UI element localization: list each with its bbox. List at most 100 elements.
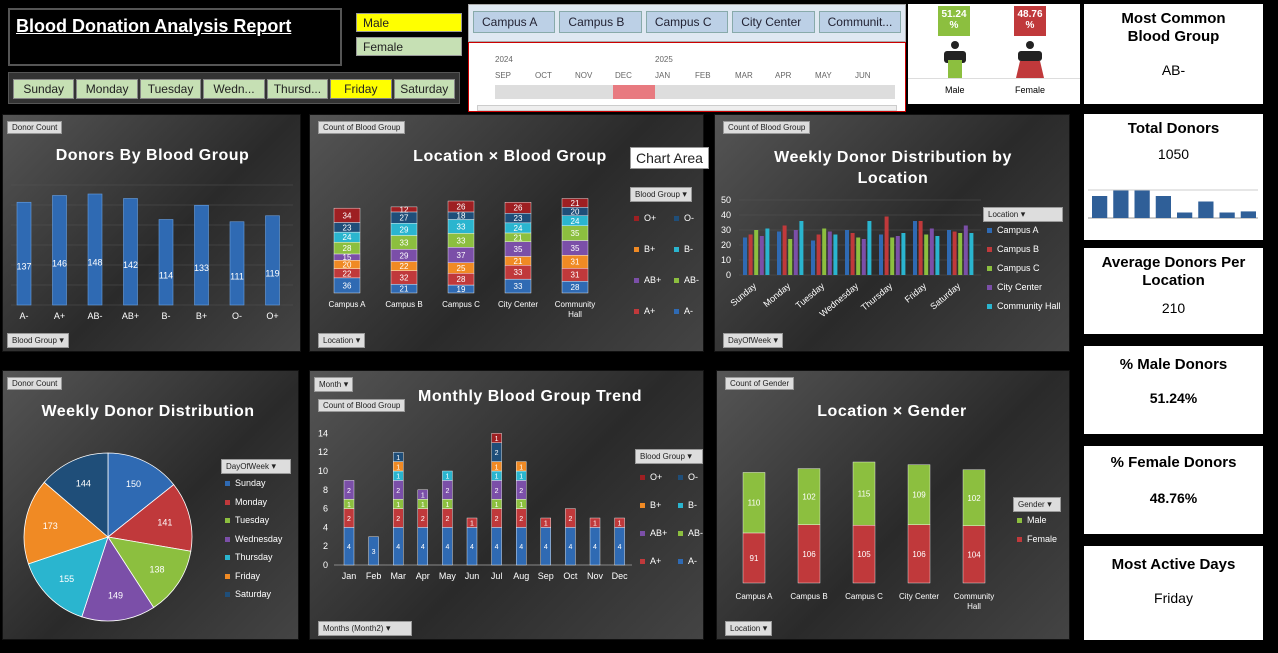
day-option-monday[interactable]: Monday [76, 79, 138, 99]
x-tick-label: Jan [342, 571, 357, 581]
chart-monthly-blood-group-trend[interactable]: Month Count of Blood Group Monthly Blood… [309, 370, 704, 640]
legend-item-location: City Center [987, 282, 1042, 292]
data-label: 27 [400, 214, 409, 223]
bar-O- [229, 221, 245, 306]
dayofweek-legend-filter[interactable]: DayOfWeek [221, 459, 291, 474]
x-tick-label: Saturday [928, 281, 962, 312]
day-option-wednesday[interactable]: Wedn... [203, 79, 265, 99]
bar [963, 225, 968, 275]
x-tick-label: AB- [87, 311, 102, 321]
chart-title: Weekly Donor Distribution [41, 403, 255, 420]
timeline-selection[interactable] [613, 85, 655, 99]
location-filter-button[interactable]: Location [725, 621, 773, 636]
data-label: 1 [445, 474, 449, 481]
location-option-city-center[interactable]: City Center [732, 11, 815, 33]
timeline-month[interactable]: DEC [615, 71, 632, 80]
timeline-month[interactable]: JUN [855, 71, 871, 80]
x-tick-label: Jun [465, 571, 480, 581]
count-blood-group-field-button[interactable]: Count of Blood Group [723, 121, 811, 134]
bar [861, 239, 866, 275]
blood-group-filter-button[interactable]: Blood Group [7, 333, 69, 348]
donor-count-field-button[interactable]: Donor Count [7, 121, 63, 134]
data-label: 1 [421, 502, 425, 509]
legend-item-female: Female [1017, 534, 1057, 544]
x-tick-label: Apr [416, 571, 430, 581]
data-label: 21 [571, 199, 580, 208]
x-tick-label: Campus B [790, 592, 827, 601]
data-label: 155 [59, 574, 74, 584]
x-tick-label: Monday [761, 281, 792, 310]
x-tick-label: City Center [899, 592, 939, 601]
location-option-campus-b[interactable]: Campus B [559, 11, 642, 33]
x-tick-label: Thursday [859, 281, 895, 313]
legend-item-location: Community Hall [987, 301, 1061, 311]
data-label: 1 [495, 436, 499, 443]
bar-A- [16, 201, 32, 306]
dayofweek-filter-button[interactable]: DayOfWeek [723, 333, 784, 348]
blood-group-legend-filter[interactable]: Blood Group [630, 187, 692, 202]
legend-item-A-: A- [674, 306, 693, 316]
kpi-average-donors: Average Donors Per Location 210 [1084, 248, 1263, 334]
count-gender-field-button[interactable]: Count of Gender [725, 377, 795, 390]
data-label: 2 [396, 488, 400, 495]
location-option-campus-a[interactable]: Campus A [473, 11, 556, 33]
location-option-campus-c[interactable]: Campus C [645, 11, 729, 33]
sparkline-bar [1198, 201, 1214, 218]
timeline-month[interactable]: JAN [655, 71, 670, 80]
timeline-month[interactable]: FEB [695, 71, 711, 80]
data-label: 23 [343, 223, 352, 232]
data-label: 1 [421, 493, 425, 500]
count-blood-group-field-button[interactable]: Count of Blood Group [318, 121, 406, 134]
x-tick-label: Dec [612, 571, 629, 581]
location-legend-filter[interactable]: Location [983, 207, 1063, 222]
data-label: 20 [571, 208, 580, 217]
data-label: 15 [343, 253, 352, 262]
data-label: 1 [396, 464, 400, 471]
chart-weekly-by-location[interactable]: Count of Blood Group Weekly Donor Distri… [714, 114, 1070, 352]
data-label: 33 [514, 282, 523, 291]
month-field-button[interactable]: Month [314, 377, 354, 392]
day-option-saturday[interactable]: Saturday [393, 79, 455, 99]
timeline-month[interactable]: SEP [495, 71, 511, 80]
data-label: 4 [421, 544, 425, 551]
chart-location-gender[interactable]: Count of Gender Location × Gender 91 110 C… [716, 370, 1070, 640]
timeline-month[interactable]: OCT [535, 71, 552, 80]
timeline-scrollbar[interactable] [477, 105, 897, 111]
x-tick-label: City Center [498, 300, 538, 309]
legend-item-O-: O- [678, 472, 698, 482]
timeline-month[interactable]: MAR [735, 71, 753, 80]
day-option-tuesday[interactable]: Tuesday [139, 79, 202, 99]
donor-count-field-button[interactable]: Donor Count [7, 377, 63, 390]
timeline-month[interactable]: NOV [575, 71, 592, 80]
timeline-month[interactable]: APR [775, 71, 791, 80]
data-label: 35 [571, 244, 580, 253]
chart-donors-by-blood-group[interactable]: Donor Count Donors By Blood Group 137 A- 1… [2, 114, 301, 352]
day-option-sunday[interactable]: Sunday [13, 79, 75, 99]
bar [777, 231, 781, 275]
bar [788, 239, 793, 275]
x-tick-label: Sunday [728, 281, 758, 309]
day-option-thursday[interactable]: Thursd... [266, 79, 329, 99]
legend-item-male: Male [1017, 515, 1047, 525]
location-option-community[interactable]: Communit... [818, 11, 902, 33]
data-label: 4 [568, 544, 572, 551]
bar-AB+ [123, 198, 138, 306]
gender-option-female[interactable]: Female [356, 37, 462, 56]
report-title: Blood Donation Analysis Report [16, 16, 292, 36]
day-option-friday[interactable]: Friday [330, 79, 392, 99]
chart-title: Donors By Blood Group [55, 147, 250, 164]
x-tick-label: O- [232, 311, 242, 321]
data-label: 19 [457, 285, 466, 294]
data-label: 1 [495, 502, 499, 509]
blood-group-legend-filter[interactable]: Blood Group [635, 449, 703, 464]
data-label: 2 [445, 488, 449, 495]
months-filter-button[interactable]: Months (Month2) [318, 621, 412, 636]
gender-option-male[interactable]: Male [356, 13, 462, 32]
chart-weekly-donor-pie[interactable]: Donor Count Weekly Donor Distribution 15… [2, 370, 299, 640]
data-label: 142 [123, 260, 138, 270]
data-label: 119 [265, 268, 279, 278]
timeline-month[interactable]: MAY [815, 71, 832, 80]
gender-legend-filter[interactable]: Gender [1013, 497, 1061, 512]
timeline-track[interactable] [495, 85, 895, 99]
location-filter-button[interactable]: Location [318, 333, 366, 348]
